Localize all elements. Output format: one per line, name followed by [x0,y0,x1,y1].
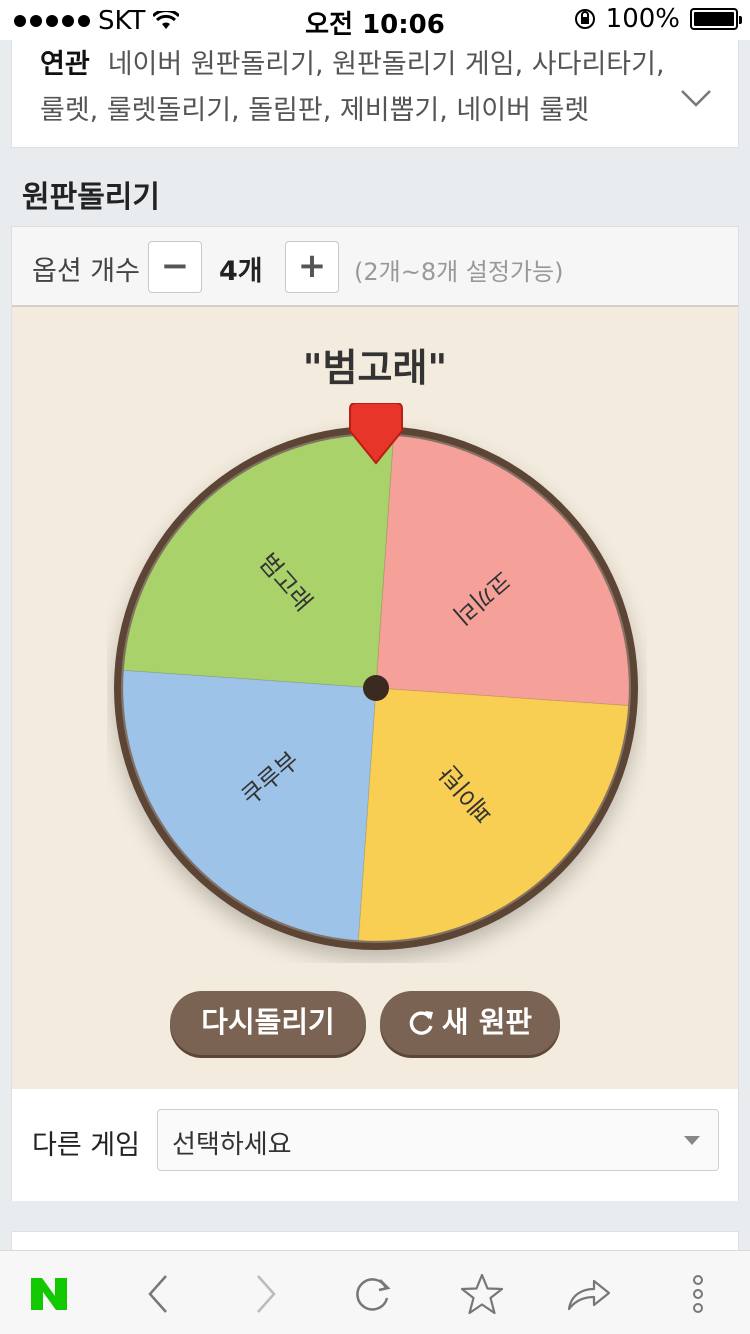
other-game-label: 다른 게임 [32,1130,140,1161]
reload-icon [356,1278,391,1311]
related-keywords: 연관 네이버 원판돌리기, 원판돌리기 게임, 사다리타기, 룰렛, 룰렛돌리기,… [11,40,739,148]
other-game-select[interactable]: 선택하세요 [157,1109,719,1171]
roulette-wheel[interactable]: 범고래 코끼리페이탄쿠루부 [107,403,647,963]
back-button[interactable] [135,1271,181,1317]
result-text: "범고래" [302,346,448,390]
battery-icon [690,8,742,30]
bookmark-button[interactable] [459,1271,505,1317]
chevron-left-icon [148,1275,167,1313]
option-count-label: 옵션 개수 [32,256,140,287]
browser-toolbar [0,1250,750,1334]
decrease-button[interactable]: − [148,241,202,293]
section-title: 원판돌리기 [22,180,160,215]
other-game-select-value: 선택하세요 [172,1130,292,1160]
status-right: 100% [574,4,742,34]
wheel-hub [363,675,389,701]
status-bar: SKT 오전 10:06 100% [0,0,750,40]
option-range-hint: (2개~8개 설정가능) [354,258,564,286]
more-vertical-icon [693,1275,703,1313]
forward-button[interactable] [243,1271,289,1317]
reload-button[interactable] [350,1271,396,1317]
dropdown-arrow-icon [684,1136,700,1145]
spin-again-button[interactable]: 다시돌리기 [170,991,366,1055]
refresh-icon [409,1011,433,1035]
related-text: 연관 네이버 원판돌리기, 원판돌리기 게임, 사다리타기, 룰렛, 룰렛돌리기,… [40,42,700,134]
naver-home-button[interactable] [26,1271,72,1317]
share-button[interactable] [566,1271,612,1317]
related-label: 연관 [40,49,90,80]
chevron-down-icon[interactable] [680,88,712,108]
battery-percent: 100% [605,4,680,34]
option-count-row: 옵션 개수 − 4개 + (2개~8개 설정가능) [12,227,738,307]
increase-button[interactable]: + [285,241,339,293]
new-wheel-button[interactable]: 새 원판 [380,991,560,1055]
star-icon [460,1273,504,1315]
other-game-row: 다른 게임 선택하세요 [12,1089,738,1201]
orientation-lock-icon [574,9,595,29]
more-menu-button[interactable] [675,1271,721,1317]
related-links-line2[interactable]: 룰렛, 룰렛돌리기, 돌림판, 제비뽑기, 네이버 룰렛 [40,95,589,126]
roulette-game: 옵션 개수 − 4개 + (2개~8개 설정가능) "범고래" 범고래 코끼리 페이… [11,226,739,1201]
wheel-stage: "범고래" 범고래 코끼리 페이탄 쿠루부 다시돌리기 새 원판 [12,307,738,1089]
naver-logo-icon [31,1278,67,1310]
share-icon [567,1279,611,1311]
related-links-line1[interactable]: 네이버 원판돌리기, 원판돌리기 게임, 사다리타기, [108,49,665,80]
new-wheel-label: 새 원판 [441,1005,533,1039]
option-count-value: 4개 [219,256,263,287]
chevron-right-icon [257,1275,276,1313]
